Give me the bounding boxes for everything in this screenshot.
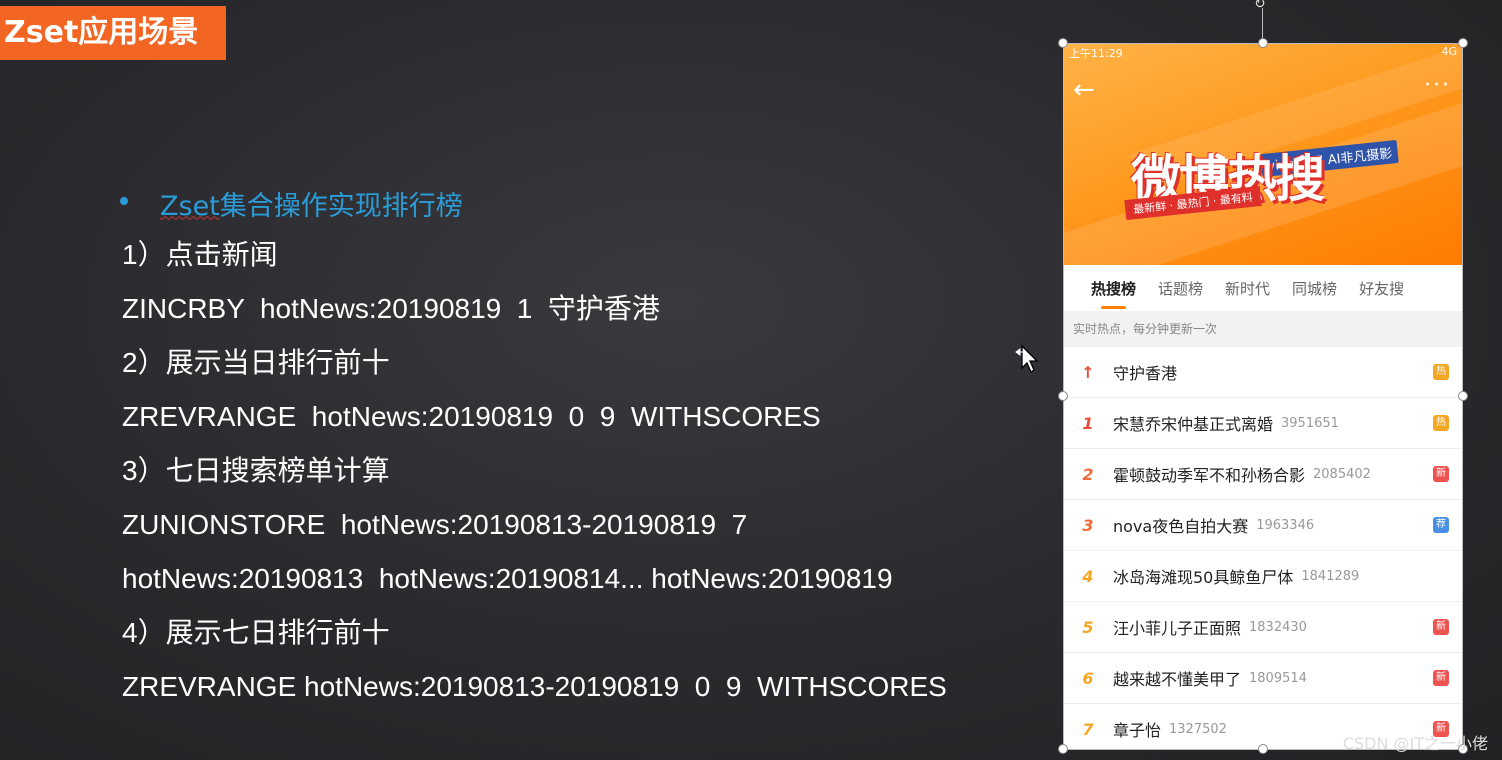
- rank-number: 5: [1082, 617, 1094, 637]
- tab-local[interactable]: 同城榜: [1292, 278, 1337, 299]
- status-badge: 荐: [1433, 517, 1449, 533]
- rotate-handle-icon[interactable]: ↻: [1254, 0, 1270, 12]
- bullet-text: 集合操作实现排行榜: [219, 190, 463, 222]
- search-count: 1832430: [1249, 619, 1307, 635]
- resize-handle-left[interactable]: [1058, 391, 1068, 401]
- rank-number: 7: [1082, 719, 1094, 739]
- slide-title: Zset应用场景: [0, 6, 226, 60]
- status-badge: 新: [1433, 466, 1449, 482]
- step-4-command: ZREVRANGE hotNews:20190813-20190819 0 9 …: [122, 671, 947, 702]
- search-count: 1963346: [1256, 517, 1315, 533]
- rank-number: 1: [1082, 413, 1094, 433]
- hot-topic-title: 越来越不懂美甲了: [1113, 670, 1242, 689]
- list-item[interactable]: ↑ 守护香港 热: [1063, 347, 1463, 398]
- resize-handle-top[interactable]: [1258, 38, 1268, 48]
- rotate-connector: [1262, 8, 1263, 42]
- move-cursor-icon: [1012, 344, 1039, 382]
- list-item[interactable]: 5 汪小菲儿子正面照 1832430 新: [1063, 602, 1463, 653]
- tab-hot-search[interactable]: 热搜榜: [1091, 278, 1136, 309]
- rank-number: 6: [1082, 668, 1094, 688]
- tab-new-era[interactable]: 新时代: [1225, 278, 1270, 299]
- hot-topic-title: 霍顿鼓动季军不和孙杨合影: [1113, 466, 1306, 485]
- hot-topic-title: 宋慧乔宋仲基正式离婚: [1113, 415, 1274, 434]
- list-item[interactable]: 3 nova夜色自拍大赛 1963346 荐: [1063, 500, 1463, 551]
- step-3-label: 3）七日搜索榜单计算: [122, 455, 390, 486]
- rank-number: ↑: [1081, 362, 1095, 382]
- hot-search-list: ↑ 守护香港热 1 宋慧乔宋仲基正式离婚 3951651 热 2 霍顿鼓动季军不和孙杨合影 20…: [1063, 347, 1463, 750]
- realtime-subhead: 实时热点，每分钟更新一次: [1063, 311, 1463, 347]
- list-item[interactable]: 4 冰岛海滩现50具鲸鱼尸体 1841289: [1063, 551, 1463, 602]
- search-count: 1327502: [1169, 721, 1227, 737]
- bullet-dot-icon: [120, 197, 128, 205]
- slide-content: Zset集合操作实现排行榜 1）点击新闻 ZINCRBY hotNews:201…: [120, 178, 947, 714]
- list-item[interactable]: 2 霍顿鼓动季军不和孙杨合影 2085402 新: [1063, 449, 1463, 500]
- resize-handle-top-right[interactable]: [1458, 38, 1468, 48]
- resize-handle-bottom-left[interactable]: [1058, 744, 1068, 754]
- status-badge: 热: [1433, 364, 1449, 380]
- status-time: 上午11:29: [1069, 47, 1123, 60]
- status-badge: 新: [1433, 670, 1449, 686]
- bullet-heading: Zset集合操作实现排行榜: [120, 178, 947, 228]
- more-menu-icon[interactable]: ···: [1424, 73, 1451, 98]
- step-3-command: ZUNIONSTORE hotNews:20190813-20190819 7: [122, 509, 748, 540]
- status-network: 4G: [1441, 45, 1457, 58]
- step-1-label: 1）点击新闻: [122, 239, 278, 270]
- hot-topic-title: 章子怡: [1113, 721, 1162, 740]
- csdn-watermark: CSDN @IT之一小佬: [1342, 734, 1488, 753]
- tab-topics[interactable]: 话题榜: [1158, 278, 1203, 299]
- bullet-prefix: Zset: [160, 190, 220, 222]
- hot-topic-title: 守护香港: [1113, 364, 1178, 383]
- rank-number: 4: [1082, 566, 1094, 586]
- step-2-command: ZREVRANGE hotNews:20190819 0 9 WITHSCORE…: [122, 401, 821, 432]
- step-2-label: 2）展示当日排行前十: [122, 347, 390, 378]
- ranking-tabs: 热搜榜 话题榜 新时代 同城榜 好友搜: [1063, 265, 1463, 312]
- search-count: 1841289: [1301, 568, 1360, 584]
- search-count: 2085402: [1313, 466, 1371, 482]
- tab-friends[interactable]: 好友搜: [1359, 278, 1404, 299]
- search-count: 1809514: [1249, 670, 1307, 686]
- list-item[interactable]: 6 越来越不懂美甲了 1809514 新: [1063, 653, 1463, 704]
- hot-search-banner: 上午11:29 4G ← ··· vivo X27 AI非凡摄影 微博热搜 最新…: [1063, 43, 1463, 265]
- phone-screenshot[interactable]: 上午11:29 4G ← ··· vivo X27 AI非凡摄影 微博热搜 最新…: [1063, 43, 1463, 750]
- hot-topic-title: nova夜色自拍大赛: [1113, 517, 1249, 536]
- rank-number: 2: [1082, 464, 1094, 484]
- hot-topic-title: 冰岛海滩现50具鲸鱼尸体: [1113, 568, 1294, 587]
- step-3-command-cont: hotNews:20190813 hotNews:20190814... hot…: [122, 563, 893, 594]
- rank-number: 3: [1082, 515, 1094, 535]
- status-badge: 热: [1433, 415, 1449, 431]
- status-badge: 新: [1433, 619, 1449, 635]
- resize-handle-right[interactable]: [1458, 391, 1468, 401]
- back-arrow-icon[interactable]: ←: [1073, 75, 1095, 105]
- hot-topic-title: 汪小菲儿子正面照: [1113, 619, 1242, 638]
- list-item[interactable]: 1 宋慧乔宋仲基正式离婚 3951651 热: [1063, 398, 1463, 449]
- step-4-label: 4）展示七日排行前十: [122, 617, 390, 648]
- resize-handle-top-left[interactable]: [1058, 38, 1068, 48]
- resize-handle-bottom[interactable]: [1258, 744, 1268, 754]
- step-1-command: ZINCRBY hotNews:20190819 1 守护香港: [122, 293, 660, 324]
- search-count: 3951651: [1281, 415, 1339, 431]
